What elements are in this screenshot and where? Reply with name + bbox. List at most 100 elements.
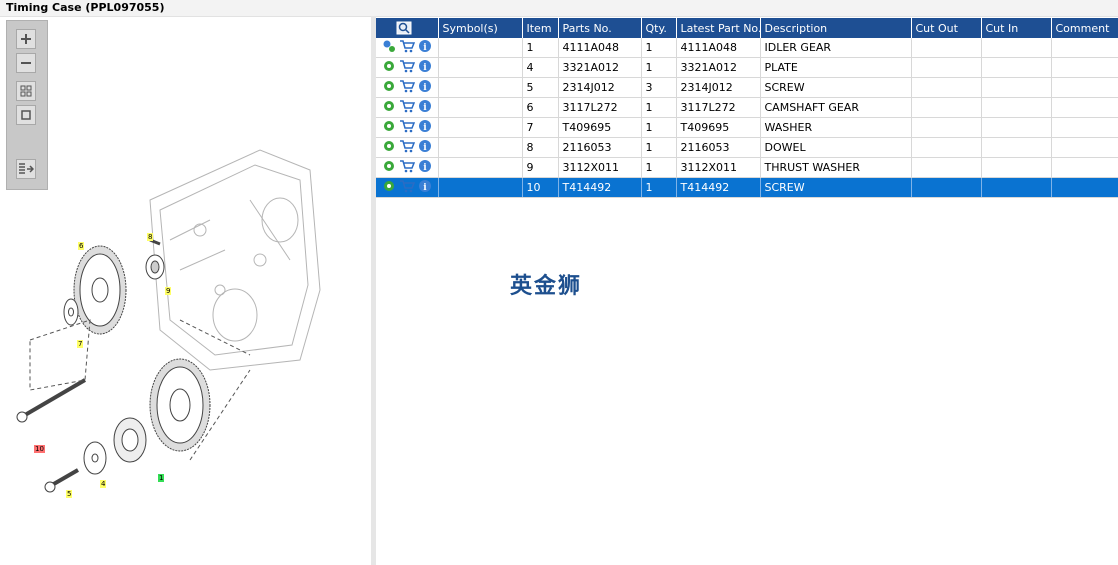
cell-item: 9 <box>522 157 559 178</box>
table-row[interactable]: i 10 T414492 1 T414492 SCREW <box>376 177 1118 198</box>
info-icon[interactable]: i <box>418 159 432 176</box>
table-row[interactable]: i 5 2314J012 3 2314J012 SCREW <box>376 77 1118 98</box>
cell-description: DOWEL <box>760 137 912 158</box>
cell-item: 4 <box>522 57 559 78</box>
header-cut-in[interactable]: Cut In <box>981 18 1052 38</box>
watermark-text: 英金狮 <box>510 274 583 299</box>
search-icon[interactable] <box>396 21 412 35</box>
cell-description: WASHER <box>760 117 912 138</box>
cart-icon[interactable] <box>399 39 416 56</box>
gear-icon[interactable] <box>382 99 396 116</box>
row-actions-cell: i <box>376 177 439 198</box>
cell-cut-in <box>981 38 1052 58</box>
header-latest-part-no[interactable]: Latest Part No. <box>676 18 761 38</box>
gear-icon[interactable] <box>382 79 396 96</box>
gear-icon[interactable] <box>382 59 396 76</box>
cart-icon[interactable] <box>399 159 416 176</box>
info-icon[interactable]: i <box>418 119 432 136</box>
cart-icon[interactable] <box>399 59 416 76</box>
gear-icon[interactable] <box>382 139 396 156</box>
cell-symbol <box>438 57 523 78</box>
cell-qty: 1 <box>641 97 677 118</box>
cell-description: SCREW <box>760 77 912 98</box>
gear-icon[interactable] <box>382 159 396 176</box>
cell-comment <box>1051 57 1118 78</box>
cart-icon[interactable] <box>399 179 416 196</box>
cell-parts-no: T414492 <box>558 177 642 198</box>
cell-qty: 1 <box>641 57 677 78</box>
cell-parts-no: T409695 <box>558 117 642 138</box>
cell-description: PLATE <box>760 57 912 78</box>
cell-qty: 1 <box>641 157 677 178</box>
callout-4[interactable]: 4 <box>100 480 107 488</box>
cell-latest-part-no: 3117L272 <box>676 97 761 118</box>
cell-cut-out <box>911 77 982 98</box>
cell-comment <box>1051 117 1118 138</box>
camshaft-gear-drawing <box>73 245 127 335</box>
header-item[interactable]: Item <box>522 18 559 38</box>
table-row[interactable]: i 1 4111A048 1 4111A048 IDLER GEAR <box>376 38 1118 58</box>
cell-qty: 1 <box>641 117 677 138</box>
row-actions-cell: i <box>376 137 439 158</box>
table-row[interactable]: i 8 2116053 1 2116053 DOWEL <box>376 137 1118 158</box>
cell-description: IDLER GEAR <box>760 38 912 58</box>
cart-icon[interactable] <box>399 139 416 156</box>
callout-1[interactable]: 1 <box>158 474 165 482</box>
svg-text:i: i <box>423 123 427 133</box>
info-icon[interactable]: i <box>418 99 432 116</box>
cart-icon[interactable] <box>399 99 416 116</box>
header-search-cell[interactable] <box>376 18 439 38</box>
table-row[interactable]: i 9 3112X011 1 3112X011 THRUST WASHER <box>376 157 1118 178</box>
gear-icon[interactable] <box>382 119 396 136</box>
fit-all-button[interactable] <box>16 81 36 101</box>
cart-icon[interactable] <box>399 79 416 96</box>
fit-page-button[interactable] <box>16 105 36 125</box>
zoom-out-button[interactable] <box>16 53 36 73</box>
header-cut-out[interactable]: Cut Out <box>911 18 982 38</box>
info-icon[interactable]: i <box>418 179 432 196</box>
row-actions-cell: i <box>376 117 439 138</box>
gear-icon[interactable] <box>382 179 396 196</box>
callout-7[interactable]: 7 <box>77 340 84 348</box>
info-icon[interactable]: i <box>418 139 432 156</box>
header-qty[interactable]: Qty. <box>641 18 677 38</box>
multi-gear-icon[interactable] <box>382 39 396 56</box>
table-row[interactable]: i 7 T409695 1 T409695 WASHER <box>376 117 1118 138</box>
cell-description: CAMSHAFT GEAR <box>760 97 912 118</box>
table-row[interactable]: i 4 3321A012 1 3321A012 PLATE <box>376 57 1118 78</box>
cell-symbol <box>438 157 523 178</box>
callout-10[interactable]: 10 <box>34 445 45 453</box>
info-icon[interactable]: i <box>418 79 432 96</box>
cell-symbol <box>438 177 523 198</box>
header-parts-no[interactable]: Parts No. <box>558 18 642 38</box>
cell-item: 6 <box>522 97 559 118</box>
cell-symbol <box>438 38 523 58</box>
cell-cut-out <box>911 117 982 138</box>
cell-comment <box>1051 77 1118 98</box>
callout-6[interactable]: 6 <box>78 242 85 250</box>
window-title: Timing Case (PPL097055) <box>6 1 165 14</box>
cell-qty: 1 <box>641 137 677 158</box>
idler-gear-drawing <box>149 358 211 452</box>
header-comment[interactable]: Comment <box>1051 18 1118 38</box>
header-symbols[interactable]: Symbol(s) <box>438 18 523 38</box>
callout-5[interactable]: 5 <box>66 490 73 498</box>
cell-cut-in <box>981 77 1052 98</box>
svg-text:i: i <box>423 83 427 93</box>
zoom-in-button[interactable] <box>16 29 36 49</box>
cell-cut-in <box>981 137 1052 158</box>
table-row[interactable]: i 6 3117L272 1 3117L272 CAMSHAFT GEAR <box>376 97 1118 118</box>
parts-exploded-drawing <box>16 149 321 493</box>
cell-cut-out <box>911 57 982 78</box>
cell-parts-no: 3117L272 <box>558 97 642 118</box>
callout-8[interactable]: 8 <box>147 233 154 241</box>
cell-parts-no: 3321A012 <box>558 57 642 78</box>
zoom-in-icon <box>21 34 31 44</box>
callout-9[interactable]: 9 <box>165 287 172 295</box>
svg-text:i: i <box>423 103 427 113</box>
info-icon[interactable]: i <box>418 59 432 76</box>
header-description[interactable]: Description <box>760 18 912 38</box>
info-icon[interactable]: i <box>418 39 432 56</box>
cell-comment <box>1051 97 1118 118</box>
cart-icon[interactable] <box>399 119 416 136</box>
